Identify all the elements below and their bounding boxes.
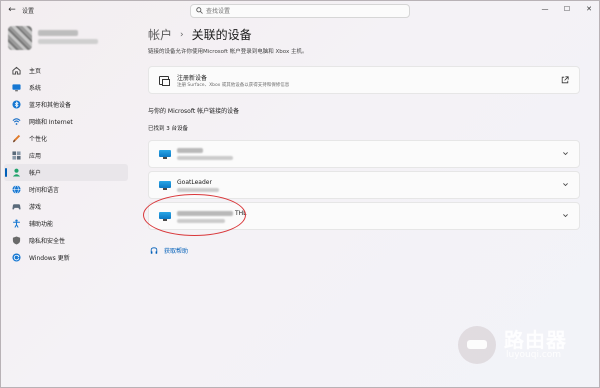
- linked-devices-heading: 与你的 Microsoft 帐户链接的设备: [148, 108, 240, 115]
- register-device-card[interactable]: 注册新设备 注册 Surface、Xbox 或其他设备以获得支持和保修信息: [148, 66, 580, 94]
- sidebar-item-accounts[interactable]: 帐户: [4, 164, 128, 181]
- monitor-icon: [159, 150, 171, 159]
- sidebar-item-label: 时间和语言: [29, 187, 60, 194]
- device-row[interactable]: [148, 140, 580, 168]
- chevron-down-icon[interactable]: [562, 150, 569, 159]
- sidebar-item-personalization[interactable]: 个性化: [4, 130, 128, 147]
- user-profile[interactable]: [8, 26, 118, 52]
- sidebar-nav: 主页 系统 蓝牙和其他设备 网络和 Internet 个性化 应用 帐户 时间和…: [4, 62, 128, 266]
- sidebar-item-bluetooth[interactable]: 蓝牙和其他设备: [4, 96, 128, 113]
- search-input[interactable]: [206, 5, 406, 17]
- chevron-down-icon[interactable]: [562, 212, 569, 221]
- page-description: 链接的设备允许你使用Microsoft 帐户登录到电脑和 Xbox 主机。: [148, 49, 308, 55]
- sidebar-item-network[interactable]: 网络和 Internet: [4, 113, 128, 130]
- register-title: 注册新设备: [177, 75, 208, 82]
- home-icon: [12, 66, 21, 75]
- title-bar: ← 设置 — ☐ ✕: [0, 0, 600, 22]
- sidebar-item-gaming[interactable]: 游戏: [4, 198, 128, 215]
- breadcrumb-separator: ›: [180, 29, 184, 40]
- sidebar-item-system[interactable]: 系统: [4, 79, 128, 96]
- sidebar-item-home[interactable]: 主页: [4, 62, 128, 79]
- system-icon: [12, 83, 21, 92]
- sidebar-item-label: 帐户: [29, 170, 42, 177]
- breadcrumb: 帐户 › 关联的设备: [148, 26, 252, 43]
- search-box[interactable]: [190, 4, 410, 18]
- watermark: 路由器 luyouqi.com: [458, 320, 588, 376]
- sidebar-item-privacy[interactable]: 隐私和安全性: [4, 232, 128, 249]
- device-register-icon: [159, 76, 170, 86]
- sidebar-item-label: 网络和 Internet: [29, 119, 73, 126]
- monitor-icon: [159, 181, 171, 190]
- device-name: GoatLeader: [177, 179, 212, 186]
- router-icon: [467, 340, 487, 349]
- device-count: 已找到 3 台设备: [148, 126, 188, 132]
- search-icon: [196, 7, 203, 16]
- window-controls: — ☐ ✕: [534, 0, 600, 18]
- close-button[interactable]: ✕: [578, 0, 600, 18]
- back-button[interactable]: ←: [6, 4, 18, 16]
- sidebar-item-label: 系统: [29, 85, 42, 92]
- app-title: 设置: [22, 8, 35, 15]
- time-language-icon: [12, 185, 21, 194]
- red-highlight-circle: [143, 194, 246, 236]
- bluetooth-icon: [12, 100, 21, 109]
- sidebar-item-label: 主页: [29, 68, 42, 75]
- register-subtitle: 注册 Surface、Xbox 或其他设备以获得支持和保修信息: [177, 83, 290, 88]
- minimize-button[interactable]: —: [534, 0, 556, 18]
- breadcrumb-accounts[interactable]: 帐户: [148, 26, 172, 43]
- sidebar-item-label: 隐私和安全性: [29, 238, 66, 245]
- external-link-icon: [561, 76, 569, 84]
- watermark-title: 路由器: [504, 328, 567, 352]
- sidebar-item-time-language[interactable]: 时间和语言: [4, 181, 128, 198]
- sidebar-item-accessibility[interactable]: 辅助功能: [4, 215, 128, 232]
- device-detail-blurred: [177, 156, 233, 160]
- apps-icon: [12, 151, 21, 160]
- privacy-icon: [12, 236, 21, 245]
- network-icon: [12, 117, 21, 126]
- user-email-blurred: [38, 39, 98, 44]
- get-help-link[interactable]: 获取帮助: [164, 246, 188, 255]
- device-detail-blurred: [177, 188, 219, 192]
- device-name-blurred: [177, 148, 203, 153]
- help-icon: [150, 246, 158, 255]
- avatar: [8, 26, 32, 50]
- sidebar-item-windows-update[interactable]: Windows 更新: [4, 249, 128, 266]
- sidebar-item-label: 游戏: [29, 204, 42, 211]
- chevron-down-icon[interactable]: [562, 181, 569, 190]
- sidebar-item-label: Windows 更新: [29, 255, 70, 262]
- windows-update-icon: [12, 253, 21, 262]
- gaming-icon: [12, 202, 21, 211]
- watermark-url: luyouqi.com: [506, 350, 562, 360]
- page-title: 关联的设备: [191, 28, 252, 42]
- maximize-button[interactable]: ☐: [556, 0, 578, 18]
- sidebar-item-label: 辅助功能: [29, 221, 54, 228]
- get-help[interactable]: 获取帮助: [150, 246, 188, 255]
- accessibility-icon: [12, 219, 21, 228]
- personalization-icon: [12, 134, 21, 143]
- sidebar-item-label: 个性化: [29, 136, 48, 143]
- user-name-blurred: [38, 30, 78, 36]
- sidebar-item-apps[interactable]: 应用: [4, 147, 128, 164]
- accounts-icon: [12, 168, 21, 177]
- sidebar-item-label: 应用: [29, 153, 42, 160]
- sidebar-item-label: 蓝牙和其他设备: [29, 102, 72, 109]
